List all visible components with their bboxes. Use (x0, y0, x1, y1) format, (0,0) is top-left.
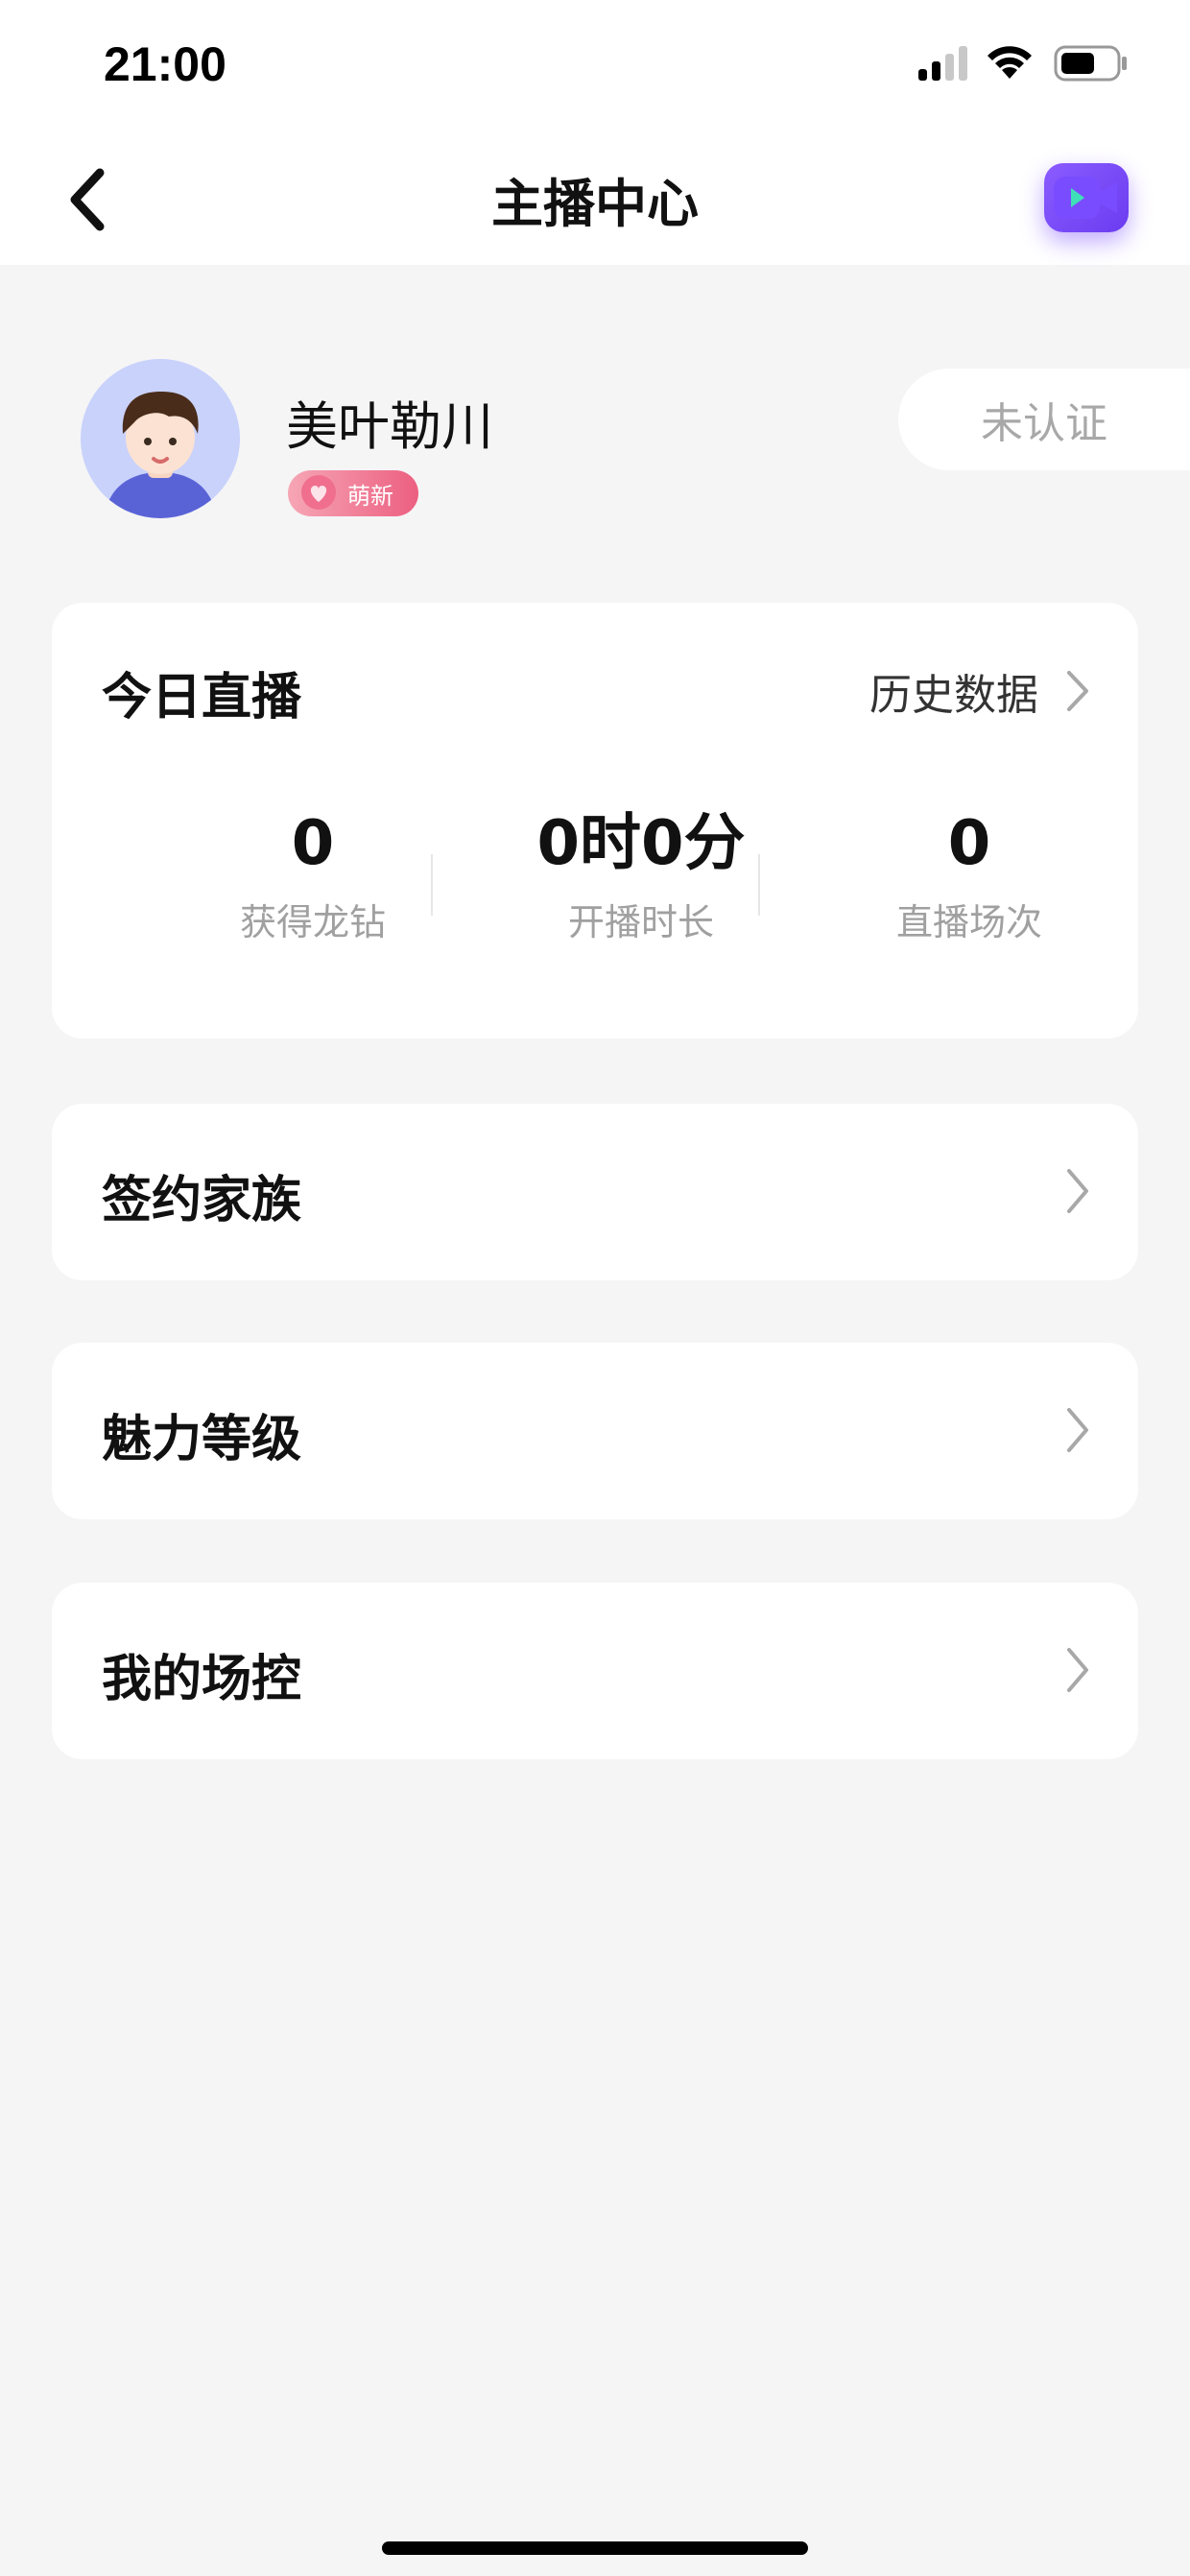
stat-label: 开播时长 (567, 901, 714, 943)
stat-live-sessions: 0 直播场次 (825, 810, 1113, 945)
history-data-link[interactable]: 历史数据 (869, 660, 1090, 722)
stat-divider (758, 854, 760, 916)
avatar[interactable] (81, 359, 240, 518)
chevron-right-icon (1067, 1648, 1088, 1692)
home-indicator[interactable] (382, 2541, 808, 2555)
today-live-card: 今日直播 历史数据 0 获得龙钻 0时0分 开播时长 0 直播场次 (52, 603, 1138, 1038)
history-data-label: 历史数据 (869, 671, 1038, 720)
stat-value: 0 (291, 808, 335, 879)
verify-status-button[interactable]: 未认证 (898, 369, 1190, 470)
heart-badge-icon (301, 475, 336, 510)
stat-divider (431, 854, 433, 916)
chevron-right-icon (1067, 1169, 1088, 1213)
stat-label: 获得龙钻 (239, 901, 386, 943)
menu-item-label: 魅力等级 (102, 1411, 302, 1468)
menu-item-signed-family[interactable]: 签约家族 (52, 1104, 1138, 1280)
menu-item-label: 签约家族 (102, 1172, 302, 1229)
wifi-icon (988, 46, 1032, 79)
user-name: 美叶勒川 (286, 396, 493, 457)
stat-live-duration: 0时0分 开播时长 (497, 810, 785, 945)
status-bar: 21:00 (0, 0, 1190, 134)
menu-item-label: 我的场控 (102, 1651, 302, 1708)
stat-label: 直播场次 (895, 901, 1042, 943)
stat-value: 0时0分 (536, 808, 746, 879)
stat-diamonds: 0 获得龙钻 (169, 810, 457, 945)
status-time: 21:00 (104, 37, 226, 91)
nav-bar: 主播中心 (0, 134, 1190, 265)
menu-item-charm-level[interactable]: 魅力等级 (52, 1343, 1138, 1519)
battery-icon (1054, 45, 1127, 82)
stat-value: 0 (947, 808, 991, 879)
level-badge: 萌新 (288, 470, 418, 516)
cellular-signal-icon (918, 46, 967, 81)
video-camera-icon (1054, 177, 1117, 219)
page-title: 主播中心 (491, 174, 699, 234)
level-badge-label: 萌新 (347, 482, 393, 510)
menu-item-room-moderators[interactable]: 我的场控 (52, 1583, 1138, 1759)
chevron-right-icon (1067, 1408, 1088, 1452)
avatar-image (81, 359, 240, 518)
today-live-title: 今日直播 (102, 669, 302, 727)
start-live-button[interactable] (1044, 163, 1129, 232)
chevron-right-icon (1067, 671, 1088, 711)
